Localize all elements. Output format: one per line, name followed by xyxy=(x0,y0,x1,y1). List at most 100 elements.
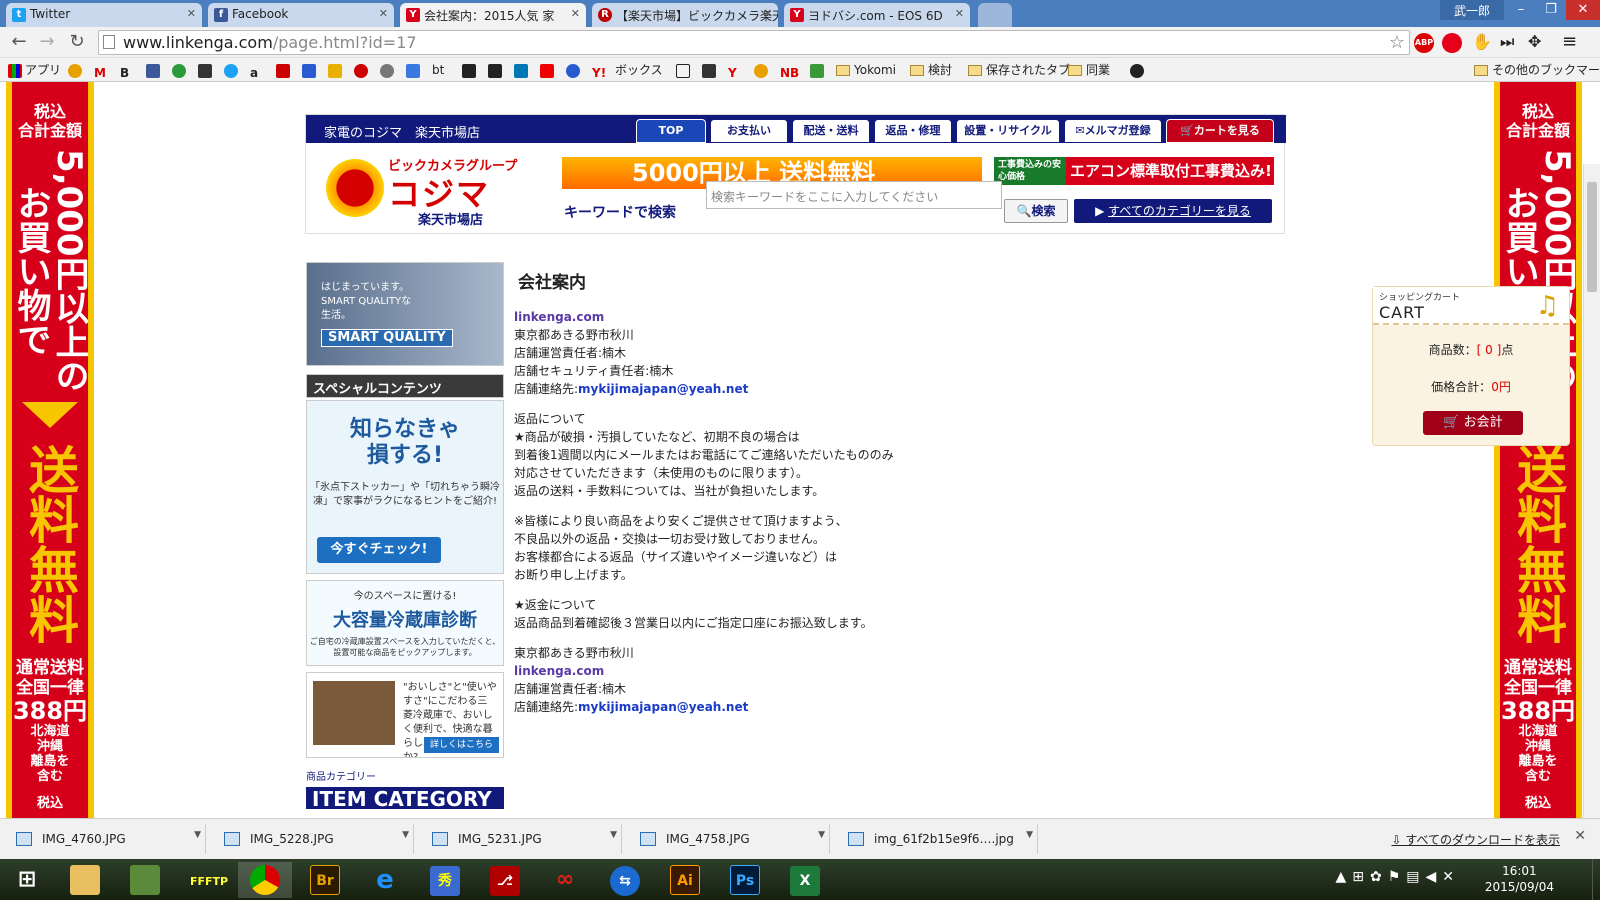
download-item[interactable]: IMG_5231.JPG ▼ xyxy=(420,824,622,854)
close-icon[interactable]: ✕ xyxy=(955,7,964,20)
bookmark-item[interactable] xyxy=(354,61,371,79)
bookmark-star-icon[interactable]: ☆ xyxy=(1389,32,1405,53)
bookmark-apps[interactable]: アプリ xyxy=(8,61,61,79)
details-link[interactable]: 詳しくはこちら xyxy=(423,737,499,753)
special-banner-mitsubishi-fridge[interactable]: "おいしさ"と"使いやすさ"にこだわる三菱冷蔵庫で、おいしく便利で、快適な暮らし… xyxy=(306,672,504,758)
search-button[interactable]: 🔍検索 xyxy=(1004,199,1068,223)
vertical-scrollbar[interactable] xyxy=(1583,164,1600,818)
bookmark-yahoo[interactable]: Y xyxy=(728,61,745,80)
bookmark-gmail[interactable]: M xyxy=(94,61,111,80)
bookmark-item[interactable] xyxy=(488,61,505,79)
taskbar-acrobat[interactable]: ⎇ xyxy=(478,862,532,898)
close-icon[interactable]: ✕ xyxy=(187,7,196,20)
chevron-down-icon[interactable]: ▼ xyxy=(194,830,201,840)
close-icon[interactable]: ✕ xyxy=(763,7,772,20)
menu-icon[interactable]: ≡ xyxy=(1562,31,1577,52)
profile-button[interactable]: 武一郎 xyxy=(1439,0,1504,20)
taskbar-ftp[interactable]: FFFTP xyxy=(178,862,232,898)
checkout-button[interactable]: 🛒 お会計 xyxy=(1423,411,1523,435)
nav-view-cart[interactable]: 🛒カートを見る xyxy=(1166,119,1274,143)
bookmark-linkedin[interactable] xyxy=(514,61,531,79)
bookmark-facebook[interactable] xyxy=(146,61,163,79)
taskbar-clock[interactable]: 16:01 2015/09/04 xyxy=(1485,863,1554,895)
tab-yodobashi[interactable]: Y ヨドバシ.com - EOS 6D ✕ xyxy=(784,3,970,27)
bookmark-item[interactable] xyxy=(566,61,583,79)
chevron-down-icon[interactable]: ▼ xyxy=(402,830,409,840)
bookmark-item[interactable] xyxy=(1130,61,1147,79)
bookmark-item[interactable] xyxy=(676,61,693,79)
back-icon[interactable]: ← xyxy=(8,32,30,54)
bookmark-item[interactable] xyxy=(302,61,319,79)
bookmark-folder-dougyou[interactable]: 同業 xyxy=(1068,61,1110,79)
special-banner-fridge-diagnosis[interactable]: 今のスペースに置ける! 大容量冷蔵庫診断 ご自宅の冷蔵庫設置スペースを入力してい… xyxy=(306,580,504,666)
contact-email-link[interactable]: mykijimajapan@yeah.net xyxy=(578,382,748,396)
bookmark-item[interactable] xyxy=(754,61,771,79)
bookmark-item[interactable] xyxy=(198,61,215,79)
taskbar-teamviewer[interactable]: ⇆ xyxy=(598,862,652,898)
download-item[interactable]: img_61f2b15e9f6….jpg ▼ xyxy=(836,824,1038,854)
bookmark-folder-yokomi[interactable]: Yokomi xyxy=(836,61,896,79)
taskbar-ie[interactable]: e xyxy=(358,862,412,898)
taskbar-chrome[interactable] xyxy=(238,862,292,898)
taskbar-creative-cloud[interactable]: ∞ xyxy=(538,862,592,898)
download-item[interactable]: IMG_4760.JPG ▼ xyxy=(4,824,206,854)
contact-email-link[interactable]: mykijimajapan@yeah.net xyxy=(578,700,748,714)
smart-quality-banner[interactable]: はじまっています。 SMART QUALITYな 生活。 SMART QUALI… xyxy=(306,262,504,366)
maximize-icon[interactable]: ❐ xyxy=(1536,0,1566,20)
bookmark-item[interactable] xyxy=(172,61,189,79)
tab-twitter[interactable]: t Twitter ✕ xyxy=(6,3,202,27)
chevron-down-icon[interactable]: ▼ xyxy=(1026,830,1033,840)
taskbar-bridge[interactable]: Br xyxy=(298,862,352,898)
aircon-install-banner[interactable]: 工事費込みの安心価格 エアコン標準取付工事費込み! xyxy=(994,157,1274,185)
check-now-button[interactable]: 今すぐチェック! xyxy=(317,537,441,563)
site-link[interactable]: linkenga.com xyxy=(514,308,934,326)
reload-icon[interactable]: ↻ xyxy=(66,32,88,54)
show-desktop-button[interactable] xyxy=(1592,859,1600,900)
adblock-icon[interactable]: ABP xyxy=(1414,33,1434,53)
close-icon[interactable]: ✕ xyxy=(379,7,388,20)
bookmark-apple[interactable] xyxy=(380,61,397,79)
bookmark-folder-kentou[interactable]: 検討 xyxy=(910,61,952,79)
scrollbar-thumb[interactable] xyxy=(1587,182,1597,292)
bookmark-amazon[interactable]: a xyxy=(250,61,267,80)
extension-icon[interactable]: ✋ xyxy=(1472,32,1492,51)
new-tab-button[interactable] xyxy=(978,3,1012,27)
nav-top[interactable]: TOP xyxy=(636,119,706,143)
forward-icon[interactable]: → xyxy=(36,32,58,54)
extension-icon[interactable]: ⏭ xyxy=(1500,32,1514,52)
store-logo[interactable]: ビックカメラグループ コジマ 楽天市場店 xyxy=(326,155,526,228)
nav-shipping[interactable]: 配送・送料 xyxy=(792,119,870,143)
taskbar-excel[interactable]: X xyxy=(778,862,832,898)
download-item[interactable]: IMG_4758.JPG ▼ xyxy=(628,824,830,854)
close-icon[interactable]: ✕ xyxy=(1574,828,1586,844)
bookmark-item[interactable] xyxy=(328,61,345,79)
download-item[interactable]: IMG_5228.JPG ▼ xyxy=(212,824,414,854)
show-all-downloads-link[interactable]: ⇩ すべてのダウンロードを表示 xyxy=(1391,831,1560,848)
bookmark-twitter[interactable] xyxy=(224,61,241,79)
bookmark-item[interactable]: B xyxy=(120,61,137,80)
free-shipping-banner-left[interactable]: 税込 合計金額 5,000円以上のお買い物で 送料無料 通常送料 全国一律 38… xyxy=(6,82,94,818)
tab-rakuten[interactable]: R 【楽天市場】ビックカメラ楽天 ✕ xyxy=(592,3,778,27)
taskbar-explorer[interactable] xyxy=(58,862,112,898)
nav-returns[interactable]: 返品・修理 xyxy=(874,119,952,143)
bookmark-youtube[interactable] xyxy=(540,61,557,79)
bookmark-folder-saved-tabs[interactable]: 保存されたタブ xyxy=(968,61,1070,79)
extension-icon[interactable] xyxy=(1442,33,1462,53)
all-categories-button[interactable]: ▶ すべてのカテゴリーを見る xyxy=(1074,199,1272,223)
bookmark-item[interactable] xyxy=(276,61,293,79)
bookmark-nb[interactable]: NB xyxy=(780,61,803,80)
system-tray[interactable]: ▲⊞✿⚑▤◀✕ xyxy=(1335,869,1460,885)
tab-company-info[interactable]: Y 会社案内：2015人気 家 ✕ xyxy=(400,3,586,27)
nav-payment[interactable]: お支払い xyxy=(710,119,788,143)
chevron-down-icon[interactable]: ▼ xyxy=(818,830,825,840)
site-link[interactable]: linkenga.com xyxy=(514,662,934,680)
chevron-down-icon[interactable]: ▼ xyxy=(610,830,617,840)
special-banner-storage-tips[interactable]: 知らなきゃ 損する! 「氷点下ストッカー」や「切れちゃう瞬冷凍」で家事がラクにな… xyxy=(306,400,504,574)
bookmark-item[interactable] xyxy=(68,61,85,79)
taskbar-app[interactable]: 秀 xyxy=(418,862,472,898)
taskbar-photoshop[interactable]: Ps xyxy=(718,862,772,898)
tab-facebook[interactable]: f Facebook ✕ xyxy=(208,3,394,27)
nav-installation[interactable]: 設置・リサイクル xyxy=(956,119,1060,143)
nav-newsletter[interactable]: ✉メルマガ登録 xyxy=(1064,119,1162,143)
taskbar-app[interactable] xyxy=(118,862,172,898)
